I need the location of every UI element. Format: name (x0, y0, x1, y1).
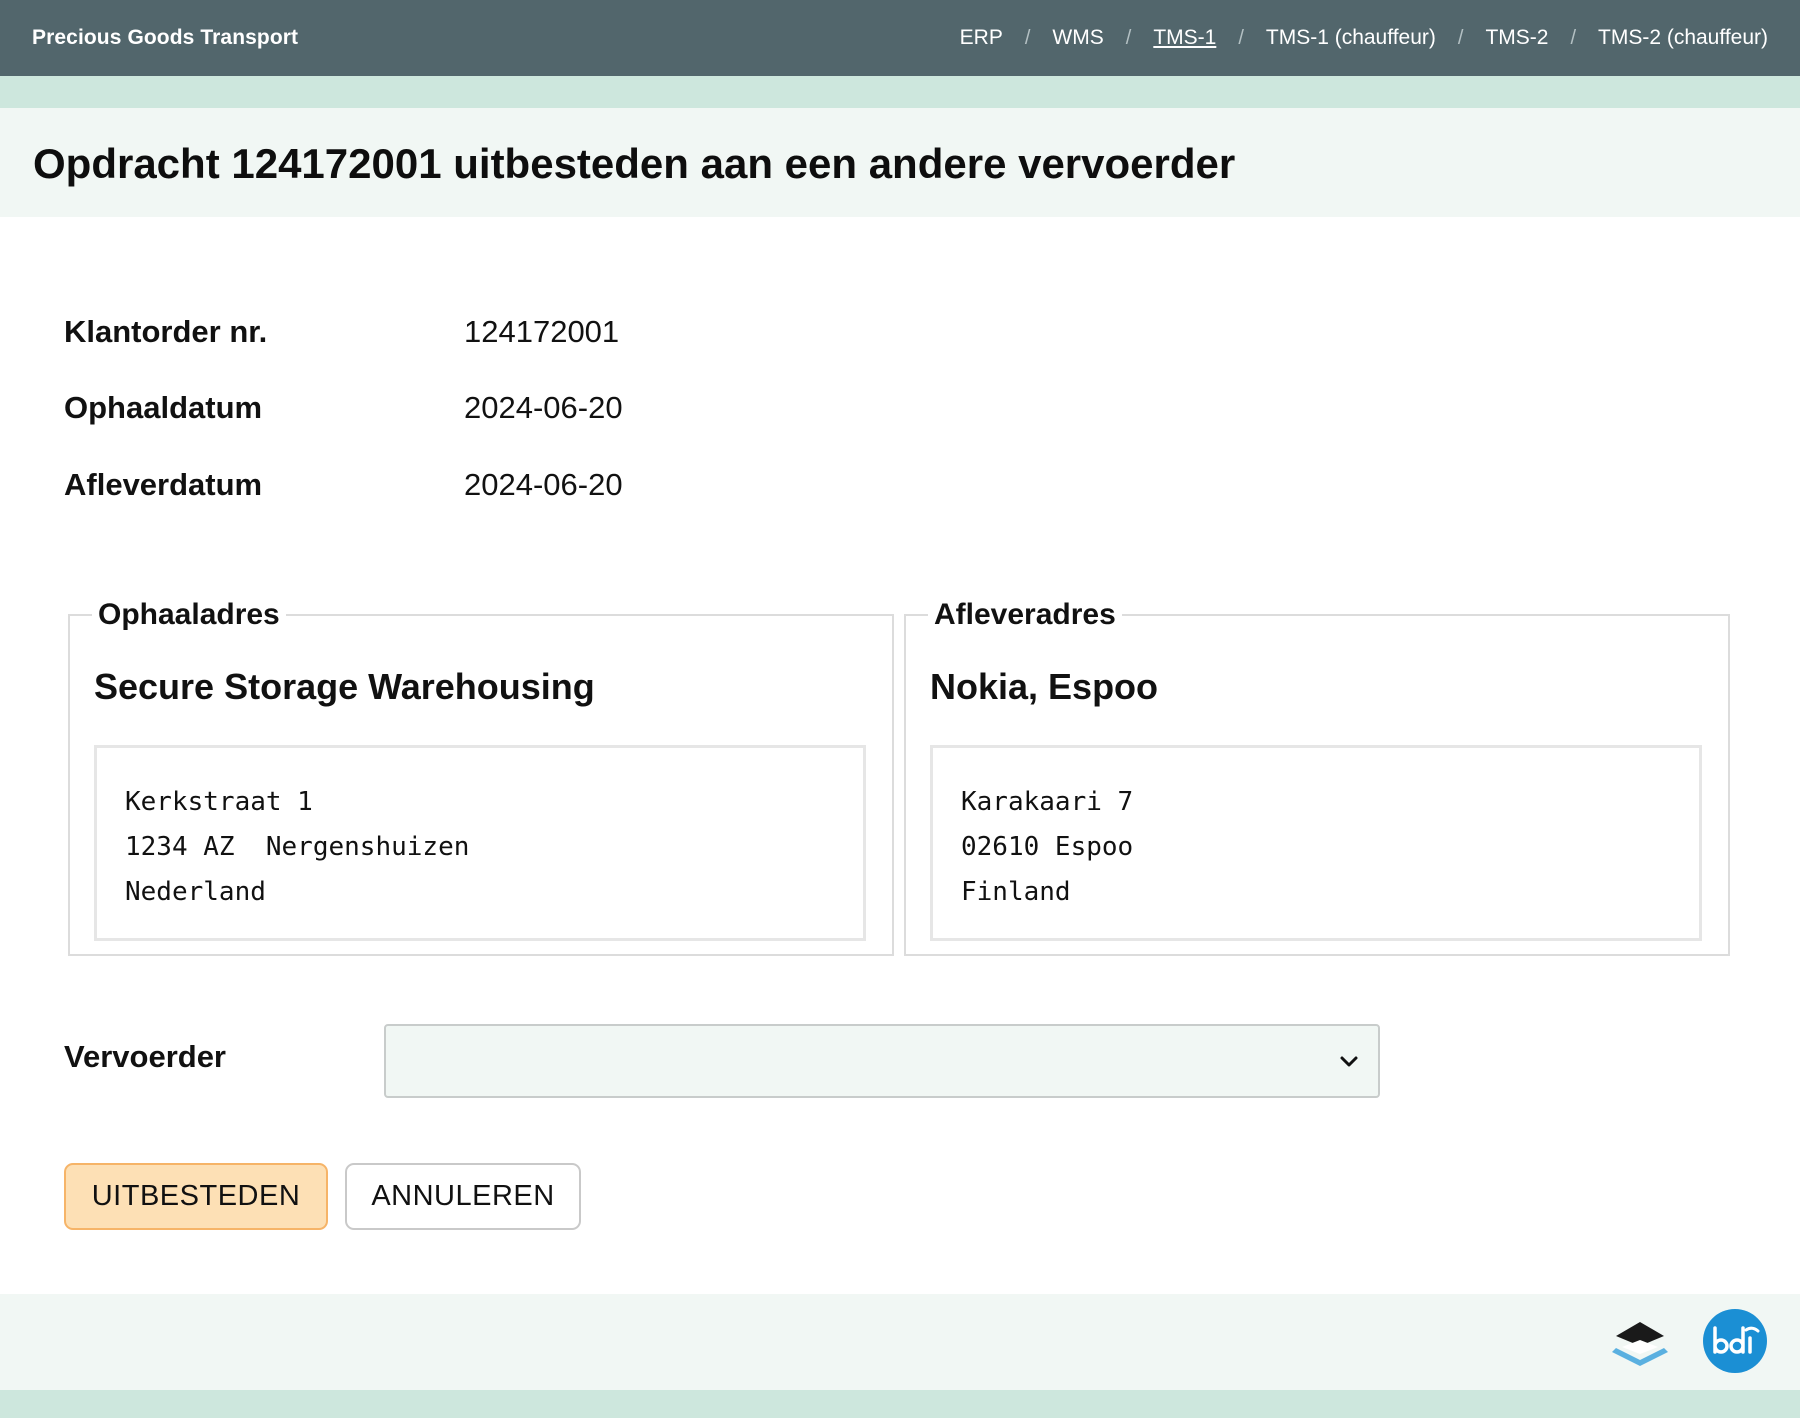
order-number-row: Klantorder nr. 124172001 (64, 314, 619, 350)
delivery-address-line: 02610 Espoo (961, 832, 1134, 862)
delivery-date-row: Afleverdatum 2024-06-20 (64, 467, 623, 503)
nav-link-tms-2[interactable]: TMS-2 (1485, 26, 1548, 50)
carrier-select[interactable] (384, 1024, 1380, 1098)
pickup-date-row: Ophaaldatum 2024-06-20 (64, 390, 623, 426)
delivery-date-label: Afleverdatum (64, 467, 263, 502)
chevron-down-icon (1340, 1056, 1358, 1067)
pickup-date-label: Ophaaldatum (64, 390, 263, 425)
main-content: Klantorder nr. 124172001 Ophaaldatum 202… (0, 217, 1800, 1294)
app-nav: ERP / WMS / TMS-1 / TMS-1 (chauffeur) / … (960, 26, 1768, 50)
pickup-date-value: 2024-06-20 (464, 390, 623, 425)
order-number-label: Klantorder nr. (64, 314, 268, 349)
order-number-value: 124172001 (464, 314, 620, 349)
delivery-address-fieldset: Afleveradres Nokia, Espoo Karakaari 7 026… (904, 598, 1730, 956)
brand-title[interactable]: Precious Goods Transport (32, 26, 298, 50)
delivery-address-legend: Afleveradres (934, 598, 1116, 631)
delivery-address-box: Karakaari 7 02610 Espoo Finland (930, 745, 1702, 941)
pickup-address-line: Kerkstraat 1 (125, 787, 313, 817)
nav-separator: / (1238, 26, 1244, 49)
nav-separator: / (1457, 26, 1464, 49)
bdi-logo-icon[interactable] (1702, 1308, 1768, 1374)
nav-link-tms-2-chauffeur[interactable]: TMS-2 (chauffeur) (1598, 26, 1768, 50)
pickup-address-line: 1234 AZ Nergenshuizen (125, 832, 470, 862)
delivery-address-line: Finland (961, 877, 1071, 907)
outsource-button[interactable]: UITBESTEDEN (64, 1163, 328, 1230)
delivery-address-line: Karakaari 7 (961, 787, 1134, 817)
nav-separator: / (1024, 26, 1031, 49)
title-band: Opdracht 124172001 uitbesteden aan een a… (0, 108, 1800, 217)
nav-link-tms-1-chauffeur[interactable]: TMS-1 (chauffeur) (1266, 26, 1436, 50)
page-title: Opdracht 124172001 uitbesteden aan een a… (33, 140, 1236, 187)
top-navbar: Precious Goods Transport ERP / WMS / TMS… (0, 0, 1800, 76)
pickup-company-name: Secure Storage Warehousing (94, 666, 595, 707)
nav-link-wms[interactable]: WMS (1052, 26, 1103, 50)
nav-separator: / (1570, 26, 1576, 49)
nav-link-tms-1[interactable]: TMS-1 (1153, 26, 1216, 50)
delivery-company-name: Nokia, Espoo (930, 666, 1159, 707)
carrier-label: Vervoerder (64, 1039, 226, 1074)
layers-logo-icon[interactable] (1606, 1318, 1674, 1370)
pickup-address-legend: Ophaaladres (98, 598, 280, 631)
cancel-button[interactable]: ANNULEREN (345, 1163, 581, 1230)
nav-link-erp[interactable]: ERP (960, 26, 1003, 50)
pickup-address-fieldset: Ophaaladres Secure Storage Warehousing K… (68, 598, 894, 956)
pickup-address-box: Kerkstraat 1 1234 AZ Nergenshuizen Nederla… (94, 745, 866, 941)
delivery-date-value: 2024-06-20 (464, 467, 623, 502)
pickup-address-line: Nederland (125, 877, 266, 907)
nav-separator: / (1125, 26, 1132, 49)
footer (0, 1294, 1800, 1390)
